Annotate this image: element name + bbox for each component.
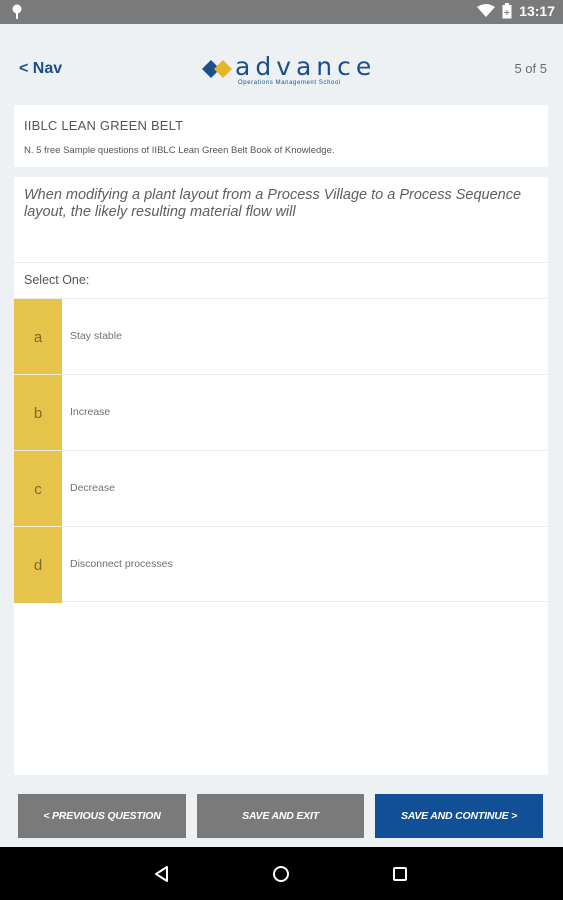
system-nav-bar — [0, 847, 563, 900]
option-text: Stay stable — [70, 330, 122, 342]
option-letter: c — [14, 451, 62, 527]
answer-option-d[interactable]: d Disconnect processes — [14, 526, 548, 603]
course-subtitle: N. 5 free Sample questions of IIBLC Lean… — [24, 145, 335, 156]
option-letter: a — [14, 299, 62, 375]
battery-icon: + — [502, 3, 512, 19]
option-letter: b — [14, 375, 62, 451]
pin-icon — [10, 4, 24, 20]
option-text: Disconnect processes — [70, 558, 173, 570]
course-card: IIBLC LEAN GREEN BELT N. 5 free Sample q… — [14, 105, 548, 167]
select-prompt: Select One: — [24, 273, 90, 287]
status-icons: + 13:17 — [477, 3, 555, 19]
course-title: IIBLC LEAN GREEN BELT — [24, 118, 184, 133]
save-and-continue-button[interactable]: SAVE AND CONTINUE > — [375, 794, 543, 838]
question-text: When modifying a plant layout from a Pro… — [24, 187, 522, 220]
nav-back-button[interactable]: < Nav — [19, 60, 62, 78]
answer-option-c[interactable]: c Decrease — [14, 450, 548, 527]
wifi-icon — [477, 4, 496, 18]
option-text: Increase — [70, 406, 111, 418]
answer-options: a Stay stable b Increase c Decrease d Di… — [14, 298, 548, 603]
advance-logo: advance Operations Management School — [202, 52, 371, 88]
action-bar: < PREVIOUS QUESTION SAVE AND EXIT SAVE A… — [0, 785, 563, 847]
logo-word: advance — [235, 52, 377, 81]
app-header: < Nav advance Operations Management Scho… — [0, 24, 563, 104]
previous-question-button[interactable]: < PREVIOUS QUESTION — [18, 794, 186, 838]
answer-option-a[interactable]: a Stay stable — [14, 298, 548, 375]
status-time: 13:17 — [519, 3, 555, 19]
svg-text:+: + — [504, 8, 511, 17]
page-indicator: 5 of 5 — [514, 61, 547, 76]
back-icon[interactable] — [150, 862, 174, 886]
logo-mark-icon — [202, 60, 232, 78]
save-and-exit-button[interactable]: SAVE AND EXIT — [197, 794, 364, 838]
status-bar: + 13:17 — [0, 0, 563, 24]
recents-icon[interactable] — [388, 862, 412, 886]
question-card: When modifying a plant layout from a Pro… — [14, 177, 548, 775]
option-letter: d — [14, 527, 62, 603]
option-text: Decrease — [70, 482, 115, 494]
home-icon[interactable] — [269, 862, 293, 886]
logo-subtitle: Operations Management School — [238, 80, 341, 86]
divider — [14, 262, 548, 263]
answer-option-b[interactable]: b Increase — [14, 374, 548, 451]
